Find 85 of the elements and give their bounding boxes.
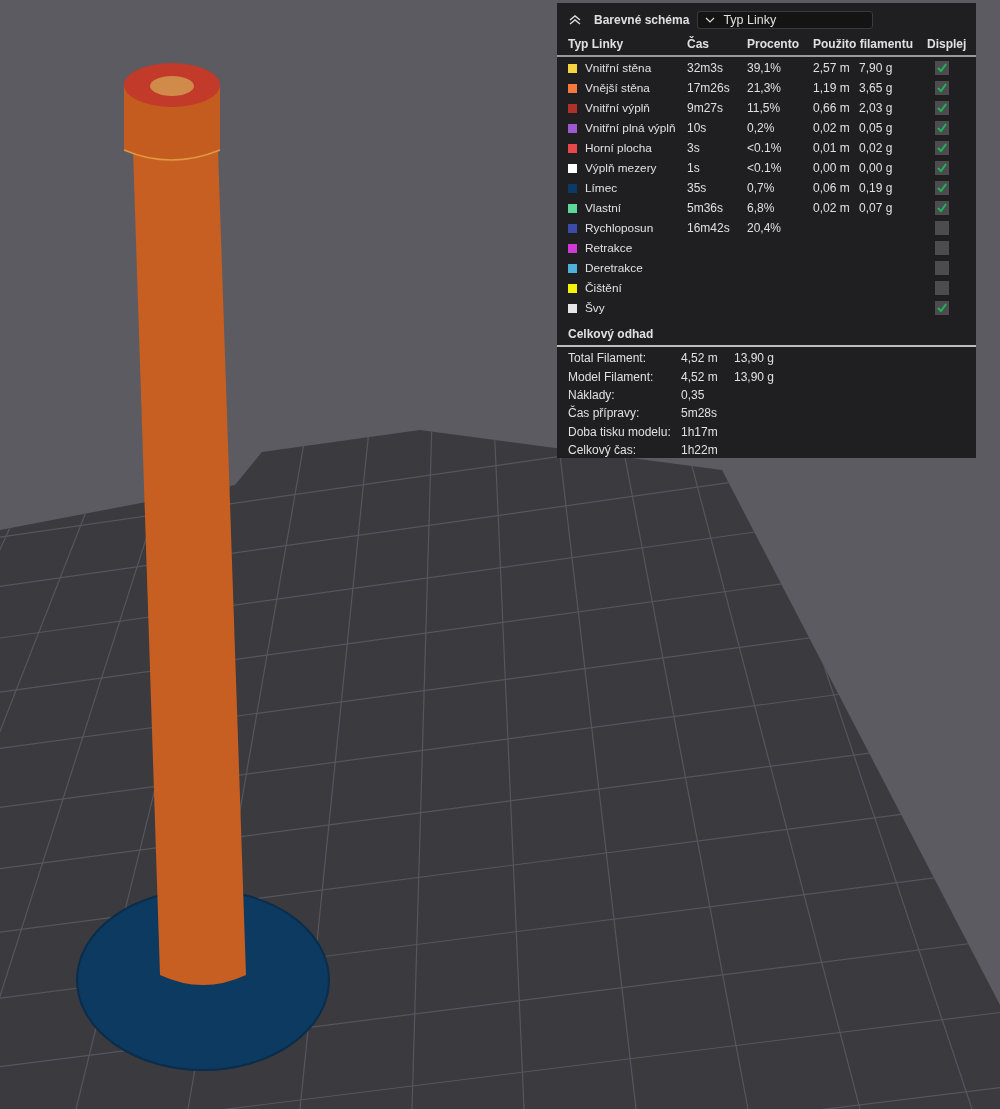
percent-cell: 39,1% xyxy=(747,61,782,75)
time-cell: 16m42s xyxy=(687,221,730,235)
time-cell: 17m26s xyxy=(687,81,730,95)
weight-cell: 0,19 g xyxy=(859,181,893,195)
weight-cell: 7,90 g xyxy=(859,61,893,75)
weight-cell: 0,02 g xyxy=(859,141,893,155)
time-cell: 35s xyxy=(687,181,707,195)
line-type-name: Retrakce xyxy=(585,241,633,255)
display-checkbox[interactable] xyxy=(935,121,949,135)
display-checkbox[interactable] xyxy=(935,221,949,235)
time-cell: 3s xyxy=(687,141,700,155)
percent-cell: 20,4% xyxy=(747,221,782,235)
summary-label: Model Filament: xyxy=(568,369,655,384)
percent-cell: 21,3% xyxy=(747,81,782,95)
length-cell: 0,02 m xyxy=(813,201,850,215)
time-cell: 1s xyxy=(687,161,700,175)
line-type-name: Švy xyxy=(585,301,605,315)
summary-title: Celkový odhad xyxy=(557,322,976,347)
summary-value: 13,90 g xyxy=(734,351,776,366)
time-cell: 10s xyxy=(687,121,707,135)
line-type-name: Límec xyxy=(585,181,618,195)
length-cell: 0,66 m xyxy=(813,101,850,115)
summary-label: Total Filament: xyxy=(568,351,648,366)
column-header: Procento xyxy=(747,37,800,51)
line-type-name: Výplň mezery xyxy=(585,161,657,175)
weight-cell: 0,07 g xyxy=(859,201,893,215)
time-cell: 32m3s xyxy=(687,61,724,75)
display-checkbox[interactable] xyxy=(935,261,949,275)
line-type-name: Vnitřní stěna xyxy=(585,61,652,75)
percent-cell: 11,5% xyxy=(747,101,781,115)
panel-title: Barevné schéma xyxy=(594,13,690,27)
percent-cell: 0,7% xyxy=(747,181,775,195)
weight-cell: 0,05 g xyxy=(859,121,893,135)
display-checkbox[interactable] xyxy=(935,101,949,115)
column-header: Displej xyxy=(927,37,968,51)
display-checkbox[interactable] xyxy=(935,81,949,95)
display-checkbox[interactable] xyxy=(935,201,949,215)
summary-value: 1h22m xyxy=(681,443,719,458)
length-cell: 0,01 m xyxy=(813,141,850,155)
summary-value: 13,90 g xyxy=(734,369,776,384)
display-checkbox[interactable] xyxy=(935,241,949,255)
display-checkbox[interactable] xyxy=(935,301,949,315)
length-cell: 0,00 m xyxy=(813,161,850,175)
line-type-name: Horní plocha xyxy=(585,141,652,155)
weight-cell: 0,00 g xyxy=(859,161,893,175)
column-header: Typ Linky xyxy=(568,37,625,51)
line-type-name: Deretrakce xyxy=(585,261,643,275)
percent-cell: <0.1% xyxy=(747,141,782,155)
percent-cell: 6,8% xyxy=(747,201,775,215)
summary-value: 4,52 m xyxy=(681,351,719,366)
display-checkbox[interactable] xyxy=(935,161,949,175)
line-type-name: Vnitřní plná výplň xyxy=(585,121,676,135)
display-checkbox[interactable] xyxy=(935,141,949,155)
weight-cell: 2,03 g xyxy=(859,101,893,115)
collapse-icon[interactable] xyxy=(569,15,581,25)
summary-value: 1h17m xyxy=(681,424,719,439)
summary-value: 5m28s xyxy=(681,406,719,421)
summary-value: 0,35 xyxy=(681,387,706,402)
weight-cell: 3,65 g xyxy=(859,81,893,95)
line-type-name: Rychloposun xyxy=(585,221,654,235)
line-type-name: Vnitřní výplň xyxy=(585,101,650,115)
summary-label: Náklady: xyxy=(568,387,616,402)
column-header: Použito filamentu xyxy=(813,37,914,51)
summary-label: Doba tisku modelu: xyxy=(568,424,672,439)
percent-cell: 0,2% xyxy=(747,121,775,135)
display-checkbox[interactable] xyxy=(935,281,949,295)
percent-cell: <0.1% xyxy=(747,161,782,175)
time-cell: 9m27s xyxy=(687,101,724,115)
summary-label: Čas přípravy: xyxy=(568,406,641,421)
dropdown-value: Typ Linky xyxy=(723,13,777,27)
scheme-dropdown[interactable]: Typ Linky xyxy=(697,11,874,29)
length-cell: 1,19 m xyxy=(813,81,850,95)
summary-value: 4,52 m xyxy=(681,369,719,384)
display-checkbox[interactable] xyxy=(935,61,949,75)
time-cell: 5m36s xyxy=(687,201,724,215)
line-type-name: Vnější stěna xyxy=(585,81,650,95)
length-cell: 0,02 m xyxy=(813,121,850,135)
line-type-name: Vlastní xyxy=(585,201,622,215)
chevron-down-icon xyxy=(705,17,716,23)
display-checkbox[interactable] xyxy=(935,181,949,195)
column-header: Čas xyxy=(687,37,710,51)
line-type-name: Čištění xyxy=(585,281,622,295)
length-cell: 0,06 m xyxy=(813,181,850,195)
summary-label: Celkový čas: xyxy=(568,443,638,458)
length-cell: 2,57 m xyxy=(813,61,850,75)
